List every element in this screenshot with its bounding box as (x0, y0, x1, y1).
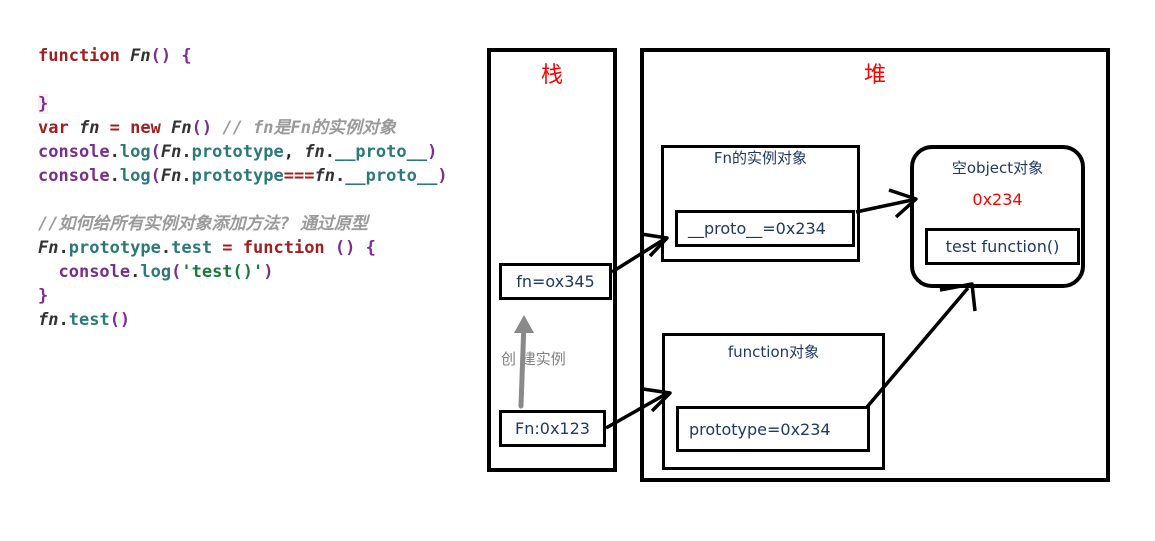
empty-object-address: 0x234 (972, 190, 1023, 209)
empty-object-title: 空object对象 (951, 159, 1044, 177)
empty-object-test-slot[interactable]: test function() (925, 228, 1080, 265)
memory-model-diagram: 栈 fn=ox345 Fn:0x123 创 建实例 堆 Fn的实例对象 __pr… (0, 0, 1155, 541)
instance-object-title: Fn的实例对象 (713, 149, 808, 167)
stack-slot-fn-constructor[interactable]: Fn:0x123 (499, 410, 606, 447)
stack-slot-fn[interactable]: fn=ox345 (499, 263, 612, 300)
stack-region (487, 48, 617, 472)
heap-region-title: 堆 (863, 63, 886, 88)
instance-object-proto-slot[interactable]: __proto__=0x234 (675, 210, 855, 247)
create-instance-arrow-label: 创 建实例 (501, 350, 566, 368)
function-object-prototype-slot[interactable]: prototype=0x234 (676, 406, 870, 452)
function-object-title: function对象 (727, 343, 820, 361)
stack-region-title: 栈 (540, 63, 563, 88)
